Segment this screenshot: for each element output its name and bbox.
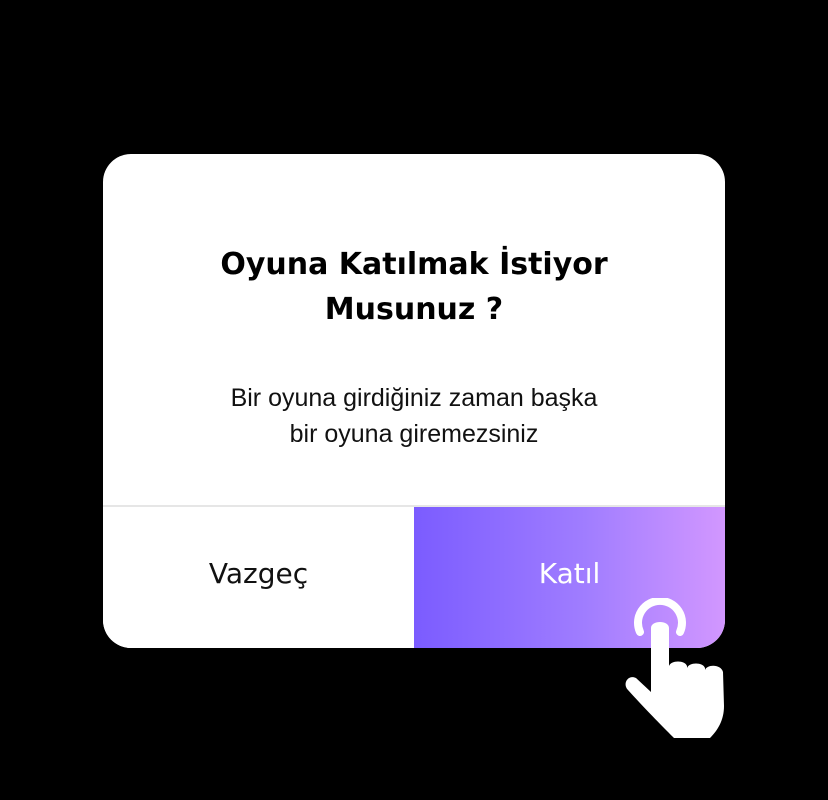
dialog-message: Bir oyuna girdiğiniz zaman başka bir oyun… (173, 380, 655, 452)
dialog-title-line-1: Oyuna Katılmak İstiyor (220, 247, 608, 282)
dialog-body: Oyuna Katılmak İstiyor Musunuz ? Bir oyun… (103, 154, 725, 505)
cancel-button[interactable]: Vazgeç (103, 507, 414, 648)
join-button-label: Katıl (538, 557, 601, 590)
dialog-title: Oyuna Katılmak İstiyor Musunuz ? (163, 242, 665, 332)
dialog-title-line-2: Musunuz ? (324, 292, 504, 327)
join-game-dialog: Oyuna Katılmak İstiyor Musunuz ? Bir oyun… (103, 154, 725, 648)
tap-hand-icon (625, 598, 724, 738)
dialog-message-line-1: Bir oyuna girdiğiniz zaman başka (230, 384, 598, 412)
dialog-message-line-2: bir oyuna giremezsiniz (289, 420, 539, 448)
cancel-button-label: Vazgeç (208, 557, 309, 590)
screen-backdrop: Oyuna Katılmak İstiyor Musunuz ? Bir oyun… (0, 0, 828, 800)
